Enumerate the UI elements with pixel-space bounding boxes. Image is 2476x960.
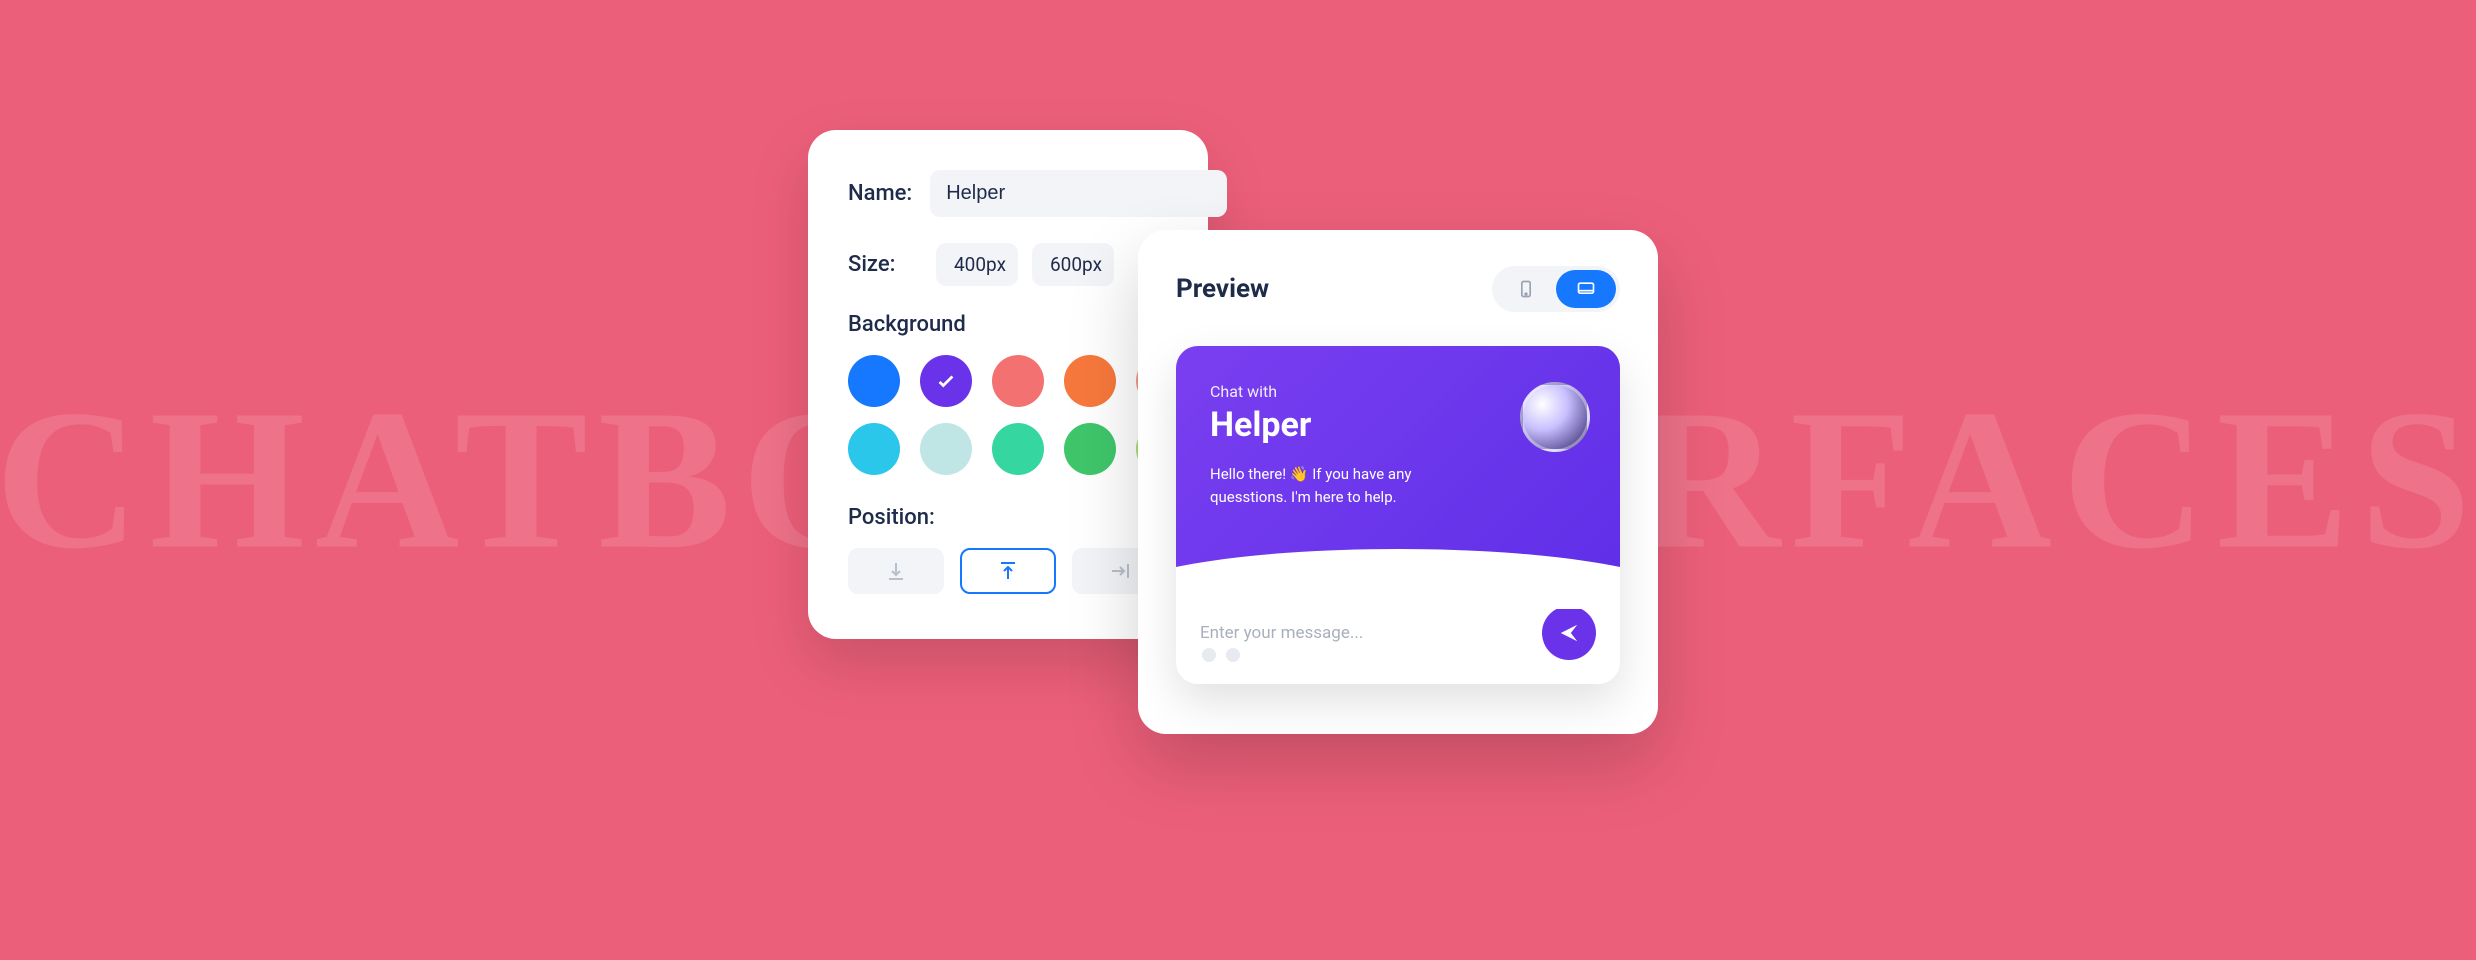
- color-swatch[interactable]: [992, 423, 1044, 475]
- pagination-dots: [1202, 648, 1240, 662]
- dot: [1202, 648, 1216, 662]
- chat-widget: Chat with Helper Hello there! 👋 If you h…: [1176, 346, 1620, 684]
- color-swatch[interactable]: [1064, 355, 1116, 407]
- align-bottom-icon: [884, 559, 908, 583]
- align-top-icon: [996, 559, 1020, 583]
- size-height-input[interactable]: 400px: [936, 243, 1018, 286]
- chat-greeting: Hello there! 👋 If you have any quesstion…: [1210, 463, 1450, 508]
- position-label: Position:: [848, 505, 1168, 530]
- mobile-icon: [1516, 279, 1536, 299]
- desktop-icon: [1576, 279, 1596, 299]
- device-mobile-button[interactable]: [1496, 270, 1556, 308]
- color-swatch[interactable]: [848, 355, 900, 407]
- position-top-button[interactable]: [960, 548, 1056, 594]
- send-button[interactable]: [1542, 606, 1596, 660]
- color-swatch[interactable]: [1064, 423, 1116, 475]
- check-icon: [935, 370, 957, 392]
- size-height-value: 400px: [954, 253, 1006, 276]
- device-desktop-button[interactable]: [1556, 270, 1616, 308]
- device-toggle: [1492, 266, 1620, 312]
- position-bottom-button[interactable]: [848, 548, 944, 594]
- color-swatch[interactable]: [992, 355, 1044, 407]
- color-swatch[interactable]: [920, 355, 972, 407]
- preview-card: Preview Chat with Helper Hello there! 👋 …: [1138, 230, 1658, 734]
- color-swatch[interactable]: [920, 423, 972, 475]
- align-right-icon: [1108, 559, 1132, 583]
- size-width-value: 600px: [1050, 253, 1102, 276]
- chat-input-placeholder[interactable]: Enter your message...: [1200, 623, 1530, 643]
- color-swatch[interactable]: [848, 423, 900, 475]
- background-label: Background: [848, 312, 1168, 337]
- preview-title: Preview: [1176, 274, 1269, 304]
- chat-header: Chat with Helper Hello there! 👋 If you h…: [1176, 346, 1620, 578]
- name-input[interactable]: [930, 170, 1227, 217]
- size-width-input[interactable]: 600px: [1032, 243, 1114, 286]
- name-label: Name:: [848, 181, 912, 206]
- size-label: Size:: [848, 252, 918, 277]
- bot-avatar: [1520, 382, 1590, 452]
- dot: [1226, 648, 1240, 662]
- color-swatches: [848, 355, 1168, 475]
- send-icon: [1558, 622, 1580, 644]
